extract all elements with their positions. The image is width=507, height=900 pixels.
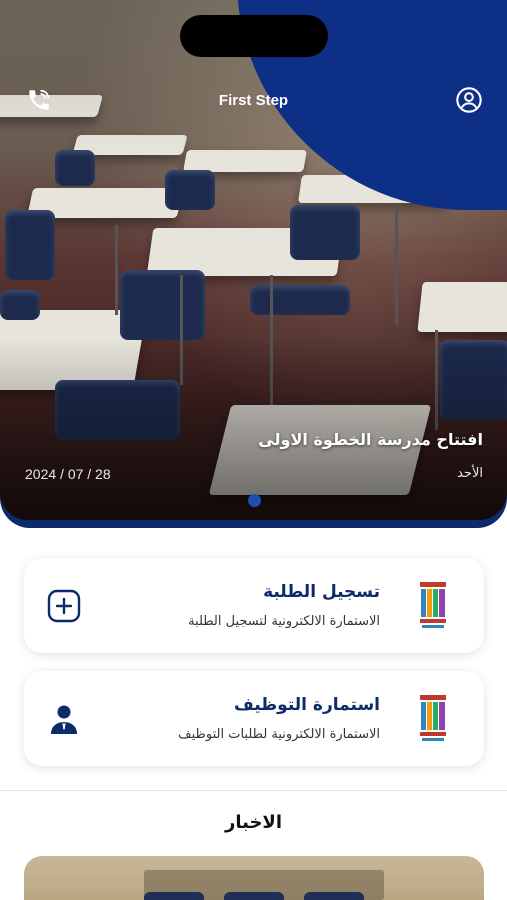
hero-banner[interactable]: First Step افتتاح مدرسة الخطوة الاولى ال… (0, 0, 507, 528)
student-registration-card[interactable]: تسجيل الطلبة الاستمارة الالكترونية لتسجي… (24, 558, 484, 653)
add-square-icon[interactable] (46, 588, 82, 624)
employment-form-card[interactable]: استمارة التوظيف الاستمارة الالكترونية لط… (24, 671, 484, 766)
news-heading: الاخبار (224, 812, 282, 833)
hero-date: 2024 / 07 / 28 (25, 466, 111, 482)
card-title: تسجيل الطلبة (263, 582, 380, 602)
card-subtitle: الاستمارة الالكترونية لطلبات التوظيف (178, 727, 380, 742)
card-title: استمارة التوظيف (233, 695, 380, 715)
section-divider (0, 790, 507, 791)
card-subtitle: الاستمارة الالكترونية لتسجيل الطلبة (188, 614, 380, 629)
employee-icon[interactable] (46, 701, 82, 737)
carousel-dot-active[interactable] (248, 494, 261, 507)
school-books-logo (418, 580, 448, 630)
account-circle-icon[interactable] (455, 86, 483, 114)
hero-headline[interactable]: افتتاح مدرسة الخطوة الاولى (258, 430, 483, 449)
hero-day: الأحد (457, 466, 483, 481)
news-card[interactable] (24, 856, 484, 900)
camera-notch (180, 15, 328, 57)
app-title: First Step (218, 92, 289, 109)
school-books-logo (418, 693, 448, 743)
